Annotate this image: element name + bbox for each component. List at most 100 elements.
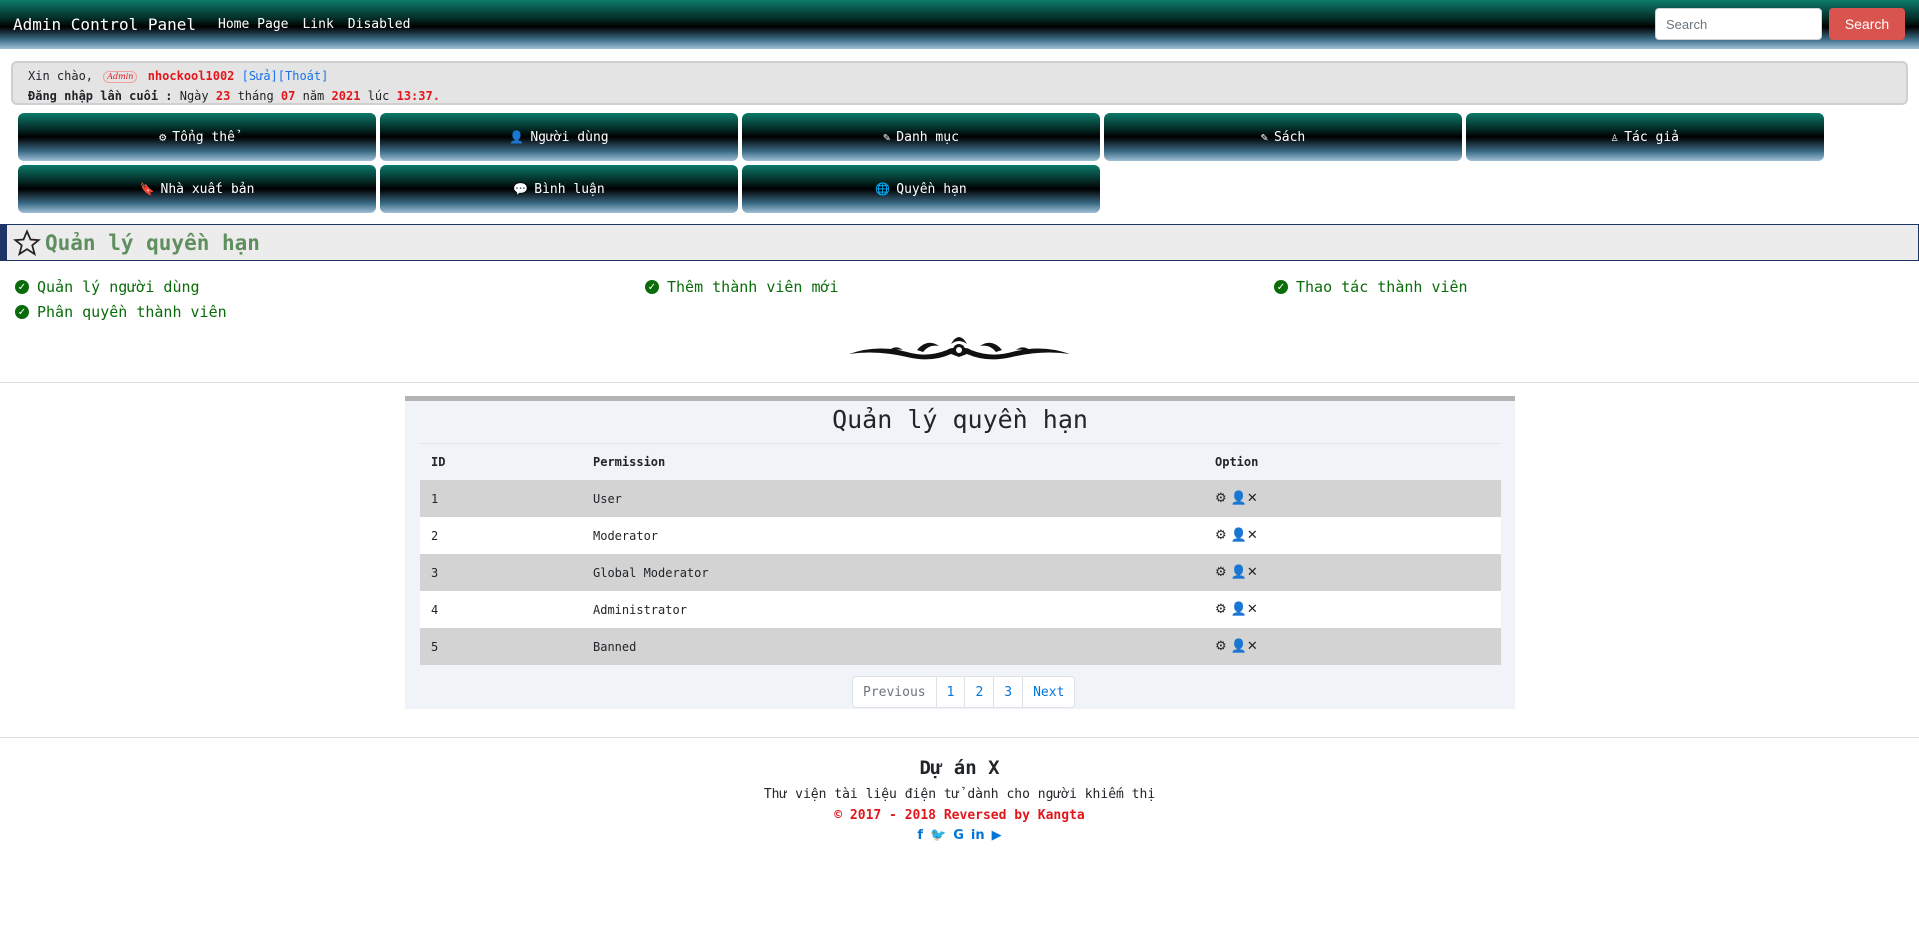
feature-link[interactable]: ✓ Phân quyền thành viên (15, 303, 227, 321)
edit-profile-link[interactable]: [Sửa] (242, 69, 278, 83)
last-login-line: Đăng nhập lần cuối : Ngày 23 tháng 07 nă… (28, 89, 440, 103)
page-2-button[interactable]: 2 (964, 677, 993, 707)
cell-id: 1 (420, 480, 582, 517)
menu-label: Nhà xuất bản (160, 181, 255, 197)
cell-options: ⚙ 👤✕ (1204, 517, 1501, 554)
menu-books-button[interactable]: ✎ Sách (1104, 113, 1462, 161)
menu-label: Bình luận (534, 181, 605, 197)
search-input[interactable] (1655, 8, 1822, 40)
menu-label: Người dùng (530, 129, 609, 145)
username-text: nhockool1002 (147, 69, 235, 83)
feature-link[interactable]: ✓ Quản lý người dùng (15, 278, 200, 296)
cell-permission: Banned (582, 628, 1204, 665)
gear-icon[interactable]: ⚙ (1215, 639, 1227, 654)
table-header-row: ID Permission Option (420, 443, 1501, 480)
feature-link[interactable]: ✓ Thêm thành viên mới (645, 278, 839, 296)
menu-label: Tác giả (1624, 129, 1680, 145)
login-year: 2021 (331, 89, 361, 103)
google-icon[interactable]: G (953, 828, 964, 843)
nav-disabled-link[interactable]: Disabled (348, 17, 411, 32)
brand-title[interactable]: Admin Control Panel (13, 15, 196, 34)
user-remove-icon[interactable]: 👤✕ (1231, 528, 1258, 543)
menu-categories-button[interactable]: ✎ Danh mục (742, 113, 1100, 161)
gear-icon[interactable]: ⚙ (1215, 491, 1227, 506)
gear-icon: ⚙ (159, 130, 167, 144)
section-title: Quản lý quyền hạn (45, 230, 260, 255)
permissions-table: ID Permission Option 1 User ⚙ 👤✕ 2 Modera… (420, 443, 1501, 665)
cell-options: ⚙ 👤✕ (1204, 591, 1501, 628)
gear-icon[interactable]: ⚙ (1215, 528, 1227, 543)
footer-copyright: © 2017 - 2018 Reversed by Kangta (834, 808, 1085, 823)
cell-permission: User (582, 480, 1204, 517)
permissions-panel: Quản lý quyền hạn ID Permission Option 1… (405, 396, 1515, 709)
menu-overview-button[interactable]: ⚙ Tổng thể (18, 113, 376, 161)
column-header-option: Option (1215, 454, 1259, 469)
edit-icon: ✎ (1260, 130, 1268, 144)
search-button[interactable]: Search (1829, 8, 1905, 40)
login-month: 07 (280, 89, 296, 103)
star-icon (13, 228, 41, 256)
time-label: lúc (367, 89, 390, 103)
edit-icon: ✎ (883, 130, 891, 144)
cell-id: 2 (420, 517, 582, 554)
menu-users-button[interactable]: 👤 Người dùng (380, 113, 738, 161)
social-links: f 🐦 G in ▶ (0, 828, 1919, 843)
bookmark-icon: 🔖 (139, 182, 155, 196)
column-header-permission: Permission (593, 454, 666, 469)
menu-label: Sách (1273, 129, 1306, 145)
menu-permissions-button[interactable]: 🌐 Quyền hạn (742, 165, 1100, 213)
menu-publishers-button[interactable]: 🔖 Nhà xuất bản (18, 165, 376, 213)
welcome-line: Xin chào, Admin nhockool1002 [Sửa][Thoát… (28, 66, 1891, 86)
gear-icon[interactable]: ⚙ (1215, 565, 1227, 580)
gear-icon[interactable]: ⚙ (1215, 602, 1227, 617)
cell-id: 3 (420, 554, 582, 591)
table-row: 2 Moderator ⚙ 👤✕ (420, 517, 1501, 554)
twitter-icon[interactable]: 🐦 (930, 828, 946, 843)
check-circle-icon: ✓ (645, 280, 659, 294)
next-page-button[interactable]: Next (1022, 677, 1074, 707)
logout-link[interactable]: [Thoát] (278, 69, 329, 83)
user-remove-icon[interactable]: 👤✕ (1231, 491, 1258, 506)
top-navbar: Admin Control Panel Home Page Link Disab… (0, 0, 1919, 49)
divider (0, 382, 1919, 383)
table-row: 3 Global Moderator ⚙ 👤✕ (420, 554, 1501, 591)
cell-permission: Administrator (582, 591, 1204, 628)
menu-authors-button[interactable]: ♙ Tác giả (1466, 113, 1824, 161)
welcome-box: Xin chào, Admin nhockool1002 [Sửa][Thoát… (11, 61, 1908, 105)
feature-link[interactable]: ✓ Thao tác thành viên (1274, 278, 1468, 296)
check-circle-icon: ✓ (15, 280, 29, 294)
user-remove-icon[interactable]: 👤✕ (1231, 639, 1258, 654)
nav-link-link[interactable]: Link (302, 17, 333, 32)
column-header-id: ID (431, 454, 446, 469)
user-remove-icon[interactable]: 👤✕ (1231, 602, 1258, 617)
comment-icon: 💬 (513, 182, 529, 196)
login-day: 23 (215, 89, 231, 103)
globe-icon: 🌐 (875, 182, 891, 196)
table-row: 4 Administrator ⚙ 👤✕ (420, 591, 1501, 628)
page-3-button[interactable]: 3 (993, 677, 1022, 707)
page-1-button[interactable]: 1 (935, 677, 965, 707)
check-circle-icon: ✓ (1274, 280, 1288, 294)
month-label: tháng (237, 89, 274, 103)
user-remove-icon[interactable]: 👤✕ (1231, 565, 1258, 580)
admin-badge: Admin (103, 70, 138, 83)
menu-comments-button[interactable]: 💬 Bình luận (380, 165, 738, 213)
section-header: Quản lý quyền hạn (0, 224, 1919, 261)
youtube-icon[interactable]: ▶ (992, 828, 1002, 843)
male-icon: ♙ (1610, 130, 1619, 144)
day-label: Ngày (179, 89, 209, 103)
linkedin-icon[interactable]: in (971, 828, 985, 843)
previous-page-button[interactable]: Previous (853, 677, 936, 707)
table-row: 1 User ⚙ 👤✕ (420, 480, 1501, 517)
feature-label: Thêm thành viên mới (667, 278, 839, 296)
facebook-icon[interactable]: f (917, 828, 923, 843)
menu-label: Danh mục (896, 129, 959, 145)
nav-home-link[interactable]: Home Page (218, 17, 288, 32)
cell-id: 5 (420, 628, 582, 665)
cell-options: ⚙ 👤✕ (1204, 628, 1501, 665)
cell-permission: Global Moderator (582, 554, 1204, 591)
user-icon: 👤 (509, 130, 525, 144)
menu-label: Quyền hạn (896, 181, 967, 197)
cell-id: 4 (420, 591, 582, 628)
feature-label: Phân quyền thành viên (37, 303, 227, 321)
